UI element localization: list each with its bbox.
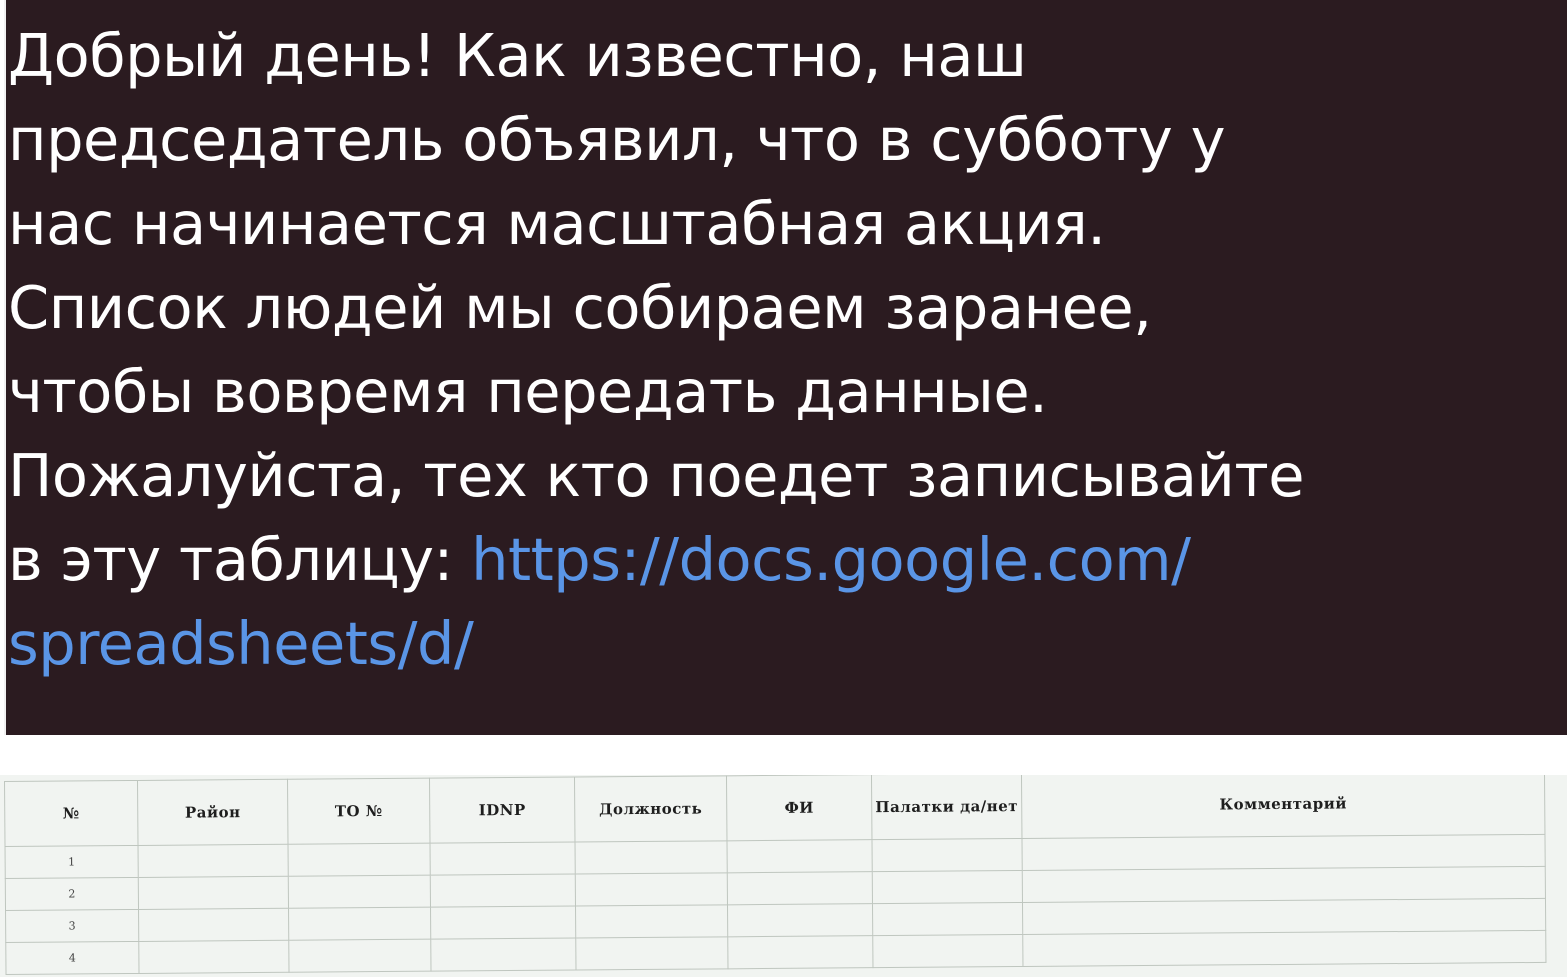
spreadsheet-photo: № Район ТО № IDNP Должность ФИ Палатки д… xyxy=(0,775,1567,977)
header-comment: Комментарий xyxy=(1021,775,1545,839)
spreadsheet-link[interactable]: https://docs.google.com/ xyxy=(471,525,1191,594)
spreadsheet-link-continuation[interactable]: spreadsheets/d/ xyxy=(8,602,1304,686)
table-cell[interactable] xyxy=(727,903,873,937)
message-line-7-prefix: в эту таблицу: xyxy=(8,525,472,594)
message-line-7: в эту таблицу: https://docs.google.com/ xyxy=(8,518,1304,602)
header-number: № xyxy=(4,780,139,847)
table-cell[interactable] xyxy=(430,938,577,972)
header-tents: Палатки да/нет xyxy=(871,775,1022,840)
table-cell[interactable] xyxy=(726,839,873,873)
table-cell[interactable] xyxy=(138,876,289,910)
message-line-3: нас начинается масштабная акция. xyxy=(8,189,1106,258)
table-cell[interactable] xyxy=(871,838,1023,872)
header-name: ФИ xyxy=(726,775,872,841)
table-cell[interactable] xyxy=(575,936,728,971)
table-cell[interactable] xyxy=(574,840,728,875)
row-number: 4 xyxy=(5,941,140,975)
table-cell[interactable] xyxy=(1022,930,1546,967)
message-line-5: чтобы вовремя передать данные. xyxy=(8,357,1048,426)
row-number: 3 xyxy=(5,909,139,943)
message-line-1: Добрый день! Как известно, наш xyxy=(8,21,1027,90)
table-cell[interactable] xyxy=(288,907,431,941)
message-text: Добрый день! Как известно, наш председат… xyxy=(8,14,1305,686)
table-cell[interactable] xyxy=(288,939,432,973)
table-cell[interactable] xyxy=(430,874,576,908)
header-to-number: ТО № xyxy=(287,778,431,845)
message-line-2: председатель объявил, что в субботу у xyxy=(8,105,1226,174)
row-number: 2 xyxy=(5,877,139,911)
table-cell[interactable] xyxy=(138,940,290,974)
table-cell[interactable] xyxy=(288,875,431,909)
signup-table: № Район ТО № IDNP Должность ФИ Палатки д… xyxy=(4,775,1546,975)
table-cell[interactable] xyxy=(430,906,576,940)
message-bubble: Добрый день! Как известно, наш председат… xyxy=(4,0,1567,735)
table-cell[interactable] xyxy=(138,908,289,942)
table-cell[interactable] xyxy=(138,844,289,878)
table-cell[interactable] xyxy=(727,935,873,969)
table-cell[interactable] xyxy=(1021,834,1546,871)
table-cell[interactable] xyxy=(872,902,1023,936)
table-cell[interactable] xyxy=(1022,866,1546,903)
table-cell[interactable] xyxy=(575,872,728,907)
table-cell[interactable] xyxy=(727,871,873,905)
header-position: Должность xyxy=(574,775,727,843)
message-line-4: Список людей мы собираем заранее, xyxy=(8,273,1152,342)
table-cell[interactable] xyxy=(872,870,1023,904)
row-number: 1 xyxy=(5,845,139,879)
table-cell[interactable] xyxy=(430,842,576,876)
table-cell[interactable] xyxy=(575,904,728,939)
table-cell[interactable] xyxy=(288,843,431,877)
table-cell[interactable] xyxy=(1022,898,1546,935)
header-idnp: IDNP xyxy=(429,777,575,844)
message-line-6: Пожалуйста, тех кто поедет записывайте xyxy=(8,441,1305,510)
table-cell[interactable] xyxy=(872,934,1023,968)
header-district: Район xyxy=(137,779,289,846)
